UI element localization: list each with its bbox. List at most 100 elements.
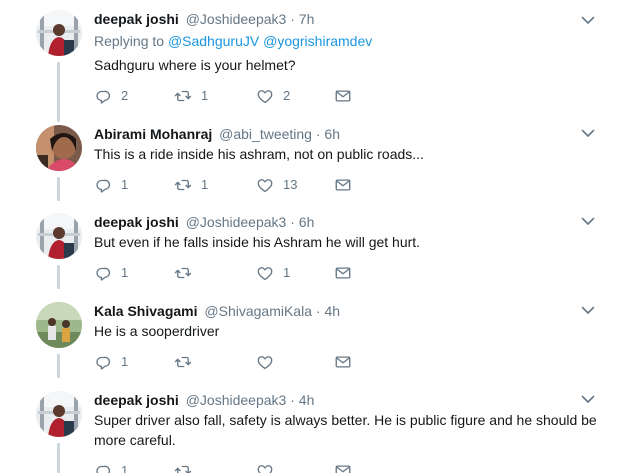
user-handle[interactable]: @Joshideepak3 <box>186 11 287 27</box>
separator-dot: · <box>315 303 321 319</box>
retweet-count: 1 <box>201 88 209 103</box>
avatar[interactable] <box>36 302 82 348</box>
tweet-actions: 1 1 <box>94 263 374 283</box>
replying-to: Replying to @SadhguruJV @yogrishiramdev <box>94 32 614 50</box>
like-button[interactable]: 1 <box>256 263 290 283</box>
chevron-down-icon[interactable] <box>580 213 596 229</box>
mention-link[interactable]: @SadhguruJV <box>168 33 259 49</box>
envelope-icon <box>334 176 352 194</box>
reply-icon <box>94 87 112 105</box>
tweet-text: But even if he falls inside his Ashram h… <box>94 234 421 250</box>
tweet-actions: 1 <box>94 461 374 473</box>
heart-icon <box>256 462 274 473</box>
reply-button[interactable]: 1 <box>94 175 128 195</box>
envelope-icon <box>334 353 352 371</box>
chevron-down-icon[interactable] <box>580 391 596 407</box>
tweet-header: deepak joshi @Joshideepak3 · 6h <box>94 213 614 231</box>
direct-message-button[interactable] <box>334 263 352 283</box>
tweet-text: This is a ride inside his ashram, not on… <box>94 146 424 162</box>
like-button[interactable] <box>256 352 283 372</box>
like-button[interactable]: 2 <box>256 86 290 106</box>
display-name[interactable]: deepak joshi <box>94 11 179 27</box>
reply-icon <box>94 264 112 282</box>
reply-count: 1 <box>121 177 129 192</box>
direct-message-button[interactable] <box>334 352 352 372</box>
avatar[interactable] <box>36 10 82 56</box>
tweet-text: Sadhguru where is your helmet? <box>94 57 296 73</box>
tweet-header: deepak joshi @Joshideepak3 · 7h <box>94 10 614 28</box>
tweet-text: He is a sooperdriver <box>94 323 220 339</box>
tweet-actions: 1 <box>94 352 374 372</box>
timestamp[interactable]: 7h <box>299 11 315 27</box>
thread-line <box>57 177 60 201</box>
timestamp[interactable]: 4h <box>299 392 315 408</box>
user-handle[interactable]: @Joshideepak3 <box>186 214 287 230</box>
display-name[interactable]: Abirami Mohanraj <box>94 126 212 142</box>
separator-dot: · <box>290 11 295 27</box>
like-button[interactable]: 13 <box>256 175 297 195</box>
retweet-icon <box>174 87 192 105</box>
separator-dot: · <box>315 126 321 142</box>
chevron-down-icon[interactable] <box>580 302 596 318</box>
retweet-count: 1 <box>201 177 209 192</box>
separator-dot: · <box>290 392 295 408</box>
reply-button[interactable]: 1 <box>94 352 128 372</box>
reply-count: 1 <box>121 463 129 473</box>
replying-to-label: Replying to <box>94 33 165 49</box>
heart-icon <box>256 176 274 194</box>
direct-message-button[interactable] <box>334 175 352 195</box>
reply-count: 1 <box>121 265 129 280</box>
retweet-icon <box>174 264 192 282</box>
tweet-header: Kala Shivagami @ShivagamiKala · 4h <box>94 302 614 320</box>
user-handle[interactable]: @abi_tweeting <box>219 126 312 142</box>
chevron-down-icon[interactable] <box>580 12 596 28</box>
tweet-text-line-2: more careful. <box>94 432 176 448</box>
chevron-down-icon[interactable] <box>580 125 596 141</box>
reply-icon <box>94 176 112 194</box>
display-name[interactable]: deepak joshi <box>94 392 179 408</box>
tweet-actions: 2 1 2 <box>94 86 374 106</box>
retweet-button[interactable]: 1 <box>174 86 208 106</box>
reply-button[interactable]: 1 <box>94 461 128 473</box>
thread-line <box>57 443 60 473</box>
separator-dot: · <box>290 214 295 230</box>
user-handle[interactable]: @Joshideepak3 <box>186 392 287 408</box>
tweet-header: Abirami Mohanraj @abi_tweeting · 6h <box>94 125 614 143</box>
mention-link[interactable]: @yogrishiramdev <box>263 33 372 49</box>
avatar[interactable] <box>36 125 82 171</box>
thread-line <box>57 265 60 289</box>
timestamp[interactable]: 6h <box>324 126 340 142</box>
retweet-button[interactable] <box>174 263 201 283</box>
heart-icon <box>256 87 274 105</box>
thread-line <box>57 354 60 378</box>
reply-icon <box>94 353 112 371</box>
direct-message-button[interactable] <box>334 461 352 473</box>
avatar[interactable] <box>36 213 82 259</box>
reply-button[interactable]: 2 <box>94 86 128 106</box>
envelope-icon <box>334 87 352 105</box>
retweet-icon <box>174 353 192 371</box>
avatar[interactable] <box>36 391 82 437</box>
reply-count: 1 <box>121 354 129 369</box>
user-handle[interactable]: @ShivagamiKala <box>204 303 312 319</box>
retweet-button[interactable]: 1 <box>174 175 208 195</box>
like-button[interactable] <box>256 461 283 473</box>
direct-message-button[interactable] <box>334 86 352 106</box>
timestamp[interactable]: 6h <box>299 214 315 230</box>
like-count: 2 <box>283 88 291 103</box>
heart-icon <box>256 264 274 282</box>
retweet-button[interactable] <box>174 461 201 473</box>
like-count: 1 <box>283 265 291 280</box>
like-count: 13 <box>283 177 298 192</box>
retweet-button[interactable] <box>174 352 201 372</box>
reply-icon <box>94 462 112 473</box>
envelope-icon <box>334 462 352 473</box>
reply-button[interactable]: 1 <box>94 263 128 283</box>
reply-thread: deepak joshi @Joshideepak3 · 7h Replying… <box>0 0 634 473</box>
tweet-header: deepak joshi @Joshideepak3 · 4h <box>94 391 614 409</box>
display-name[interactable]: deepak joshi <box>94 214 179 230</box>
display-name[interactable]: Kala Shivagami <box>94 303 198 319</box>
retweet-icon <box>174 462 192 473</box>
tweet-text-line-1: Super driver also fall, safety is always… <box>94 412 597 428</box>
timestamp[interactable]: 4h <box>324 303 340 319</box>
